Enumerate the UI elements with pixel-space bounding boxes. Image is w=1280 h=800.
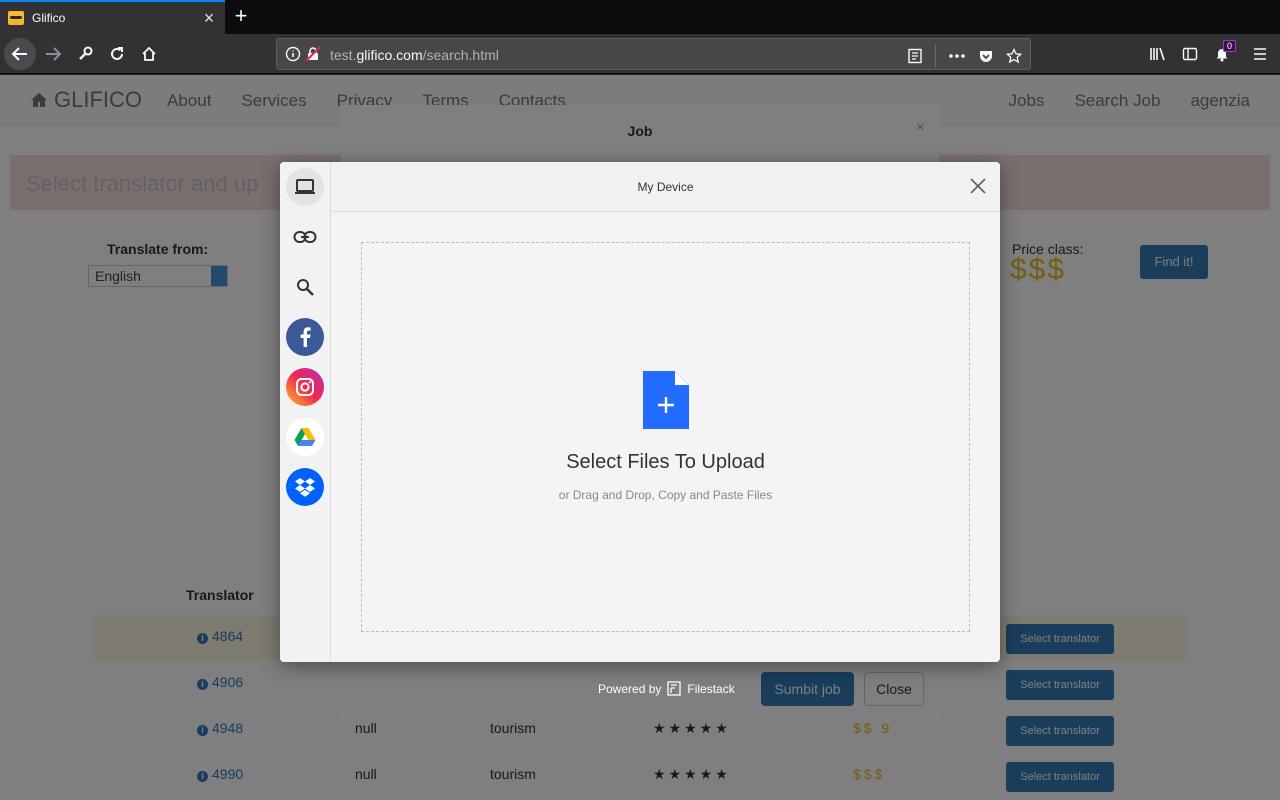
source-my-device[interactable]: [286, 168, 324, 206]
source-sidebar: [280, 162, 331, 662]
bookmark-star-icon[interactable]: [1006, 48, 1022, 64]
site-favicon-icon: [8, 11, 24, 25]
library-icon: [1150, 47, 1165, 61]
new-tab-button[interactable]: +: [230, 4, 252, 30]
forward-button[interactable]: [37, 38, 69, 70]
sidebar-button[interactable]: [1174, 38, 1206, 70]
tab-glifico[interactable]: Glifico ×: [0, 0, 225, 34]
url-separator: [935, 45, 936, 67]
powered-by-filestack[interactable]: Powered by Filestack: [598, 681, 735, 696]
navigation-toolbar: test.glifico.com/search.html 0: [0, 34, 1280, 74]
add-file-icon: [643, 371, 689, 429]
reader-view-icon[interactable]: [907, 48, 923, 64]
url-bar[interactable]: test.glifico.com/search.html: [276, 38, 1031, 70]
source-google-drive[interactable]: [286, 418, 324, 456]
wrench-icon: [79, 46, 93, 60]
drop-zone-title: Select Files To Upload: [566, 451, 765, 473]
instagram-icon: [296, 378, 314, 396]
arrow-right-icon: [46, 47, 62, 61]
picker-title: My Device: [637, 180, 694, 194]
google-drive-icon: [294, 428, 316, 446]
source-web-search[interactable]: [286, 268, 324, 306]
notifications-button[interactable]: 0: [1206, 38, 1238, 70]
facebook-icon: [300, 327, 311, 347]
dropbox-icon: [295, 478, 315, 497]
library-button[interactable]: [1142, 38, 1174, 70]
tab-title: Glifico: [32, 11, 66, 25]
notification-count-badge: 0: [1222, 40, 1236, 52]
powered-by-label: Powered by: [598, 681, 662, 696]
more-actions-icon[interactable]: [948, 48, 966, 64]
developer-tools-button[interactable]: [69, 38, 101, 70]
sidebar-icon: [1182, 47, 1198, 61]
menu-button[interactable]: [1244, 38, 1276, 70]
close-icon[interactable]: [968, 176, 988, 196]
source-dropbox[interactable]: [286, 468, 324, 506]
tab-close-icon[interactable]: ×: [201, 9, 217, 27]
web-page: GLIFICO About Services Privacy Terms Con…: [0, 75, 1280, 800]
pocket-icon[interactable]: [978, 48, 994, 64]
filestack-logo-icon: [667, 681, 682, 696]
reload-icon: [111, 47, 123, 60]
info-icon[interactable]: [285, 46, 301, 62]
insecure-lock-icon[interactable]: [305, 46, 321, 62]
file-picker-dialog: My Device Select Files To Upload or Drag…: [280, 162, 1000, 662]
hamburger-menu-icon: [1254, 48, 1266, 60]
laptop-icon: [295, 179, 315, 194]
source-facebook[interactable]: [286, 318, 324, 356]
back-button[interactable]: [4, 38, 36, 70]
link-icon: [293, 231, 317, 243]
arrow-left-icon: [11, 47, 27, 61]
home-button[interactable]: [133, 38, 165, 70]
source-instagram[interactable]: [286, 368, 324, 406]
home-icon: [142, 46, 156, 61]
tab-bar: Glifico × +: [0, 0, 1280, 34]
reload-button[interactable]: [101, 38, 133, 70]
search-icon: [297, 279, 314, 296]
drop-zone-subtitle: or Drag and Drop, Copy and Paste Files: [558, 488, 773, 502]
file-drop-zone[interactable]: Select Files To Upload or Drag and Drop,…: [361, 242, 970, 632]
picker-header: My Device: [331, 162, 1000, 212]
source-link[interactable]: [286, 218, 324, 256]
url-text: test.glifico.com/search.html: [330, 47, 499, 63]
filestack-brand: Filestack: [687, 681, 735, 696]
